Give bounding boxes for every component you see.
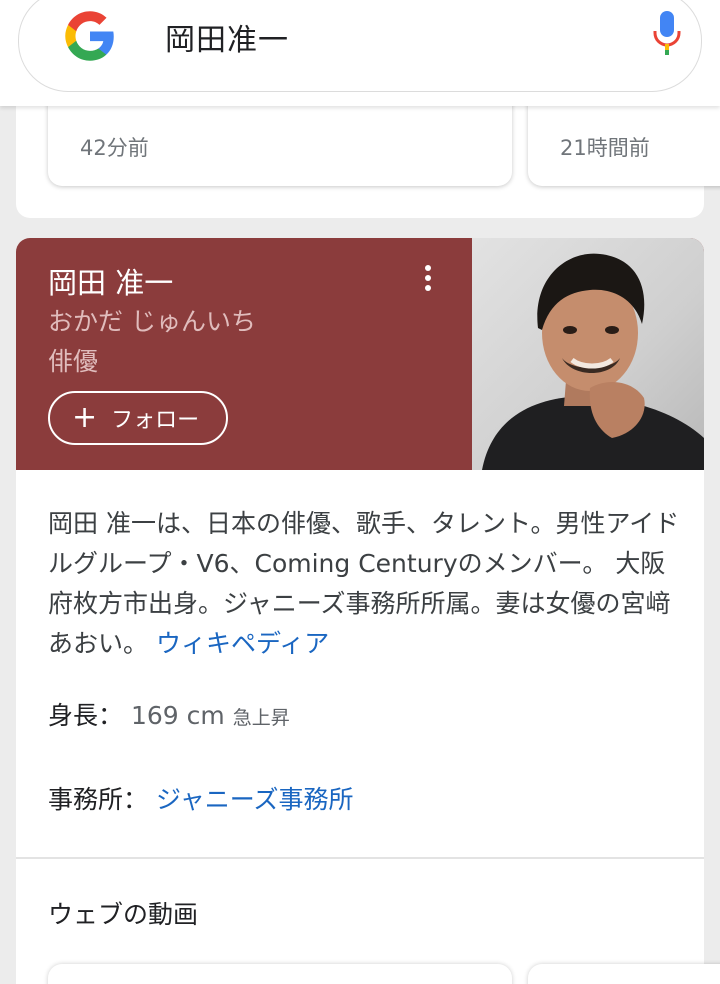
news-timestamp: 21時間前 [560, 136, 650, 160]
fact-label: 事務所： [48, 785, 149, 814]
fact-agency: 事務所： ジャニーズ事務所 [48, 780, 353, 816]
more-options-icon[interactable] [416, 262, 440, 294]
knowledge-panel-header: 岡田 准一 おかだ じゅんいち 俳優 + フォロー [16, 238, 704, 470]
search-header: 岡田准一 [0, 0, 720, 106]
microphone-icon[interactable] [651, 9, 683, 57]
agency-link[interactable]: ジャニーズ事務所 [156, 785, 354, 814]
video-card[interactable] [528, 964, 720, 984]
entity-description: 岡田 准一は、日本の俳優、歌手、タレント。男性アイドルグループ・V6、Comin… [48, 504, 684, 664]
follow-button[interactable]: + フォロー [48, 391, 228, 445]
follow-label: フォロー [111, 408, 200, 433]
plus-icon: + [72, 400, 98, 435]
fact-value: 169 cm [130, 701, 225, 730]
section-title-videos: ウェブの動画 [48, 900, 199, 929]
search-bar[interactable]: 岡田准一 [18, 0, 702, 92]
description-text: 岡田 准一は、日本の俳優、歌手、タレント。男性アイドルグループ・V6、Comin… [48, 509, 680, 658]
google-logo-icon [65, 11, 114, 61]
news-timestamp: 42分前 [80, 136, 149, 160]
fact-height: 身長： 169 cm 急上昇 [48, 696, 290, 732]
portrait-image [482, 253, 704, 470]
entity-reading: おかだ じゅんいち [48, 307, 256, 336]
entity-name: 岡田 准一 [48, 266, 174, 300]
entity-photo[interactable] [472, 238, 704, 470]
fact-label: 身長： [48, 701, 124, 730]
entity-type: 俳優 [48, 347, 99, 376]
trending-badge: 急上昇 [232, 707, 290, 729]
divider [16, 857, 704, 859]
wikipedia-link[interactable]: ウィキペディア [156, 629, 329, 658]
search-query-text[interactable]: 岡田准一 [165, 15, 289, 59]
knowledge-panel: 岡田 准一 おかだ じゅんいち 俳優 + フォロー 岡田 准一は、日本の俳優、歌… [16, 238, 704, 984]
video-card[interactable] [48, 964, 512, 984]
